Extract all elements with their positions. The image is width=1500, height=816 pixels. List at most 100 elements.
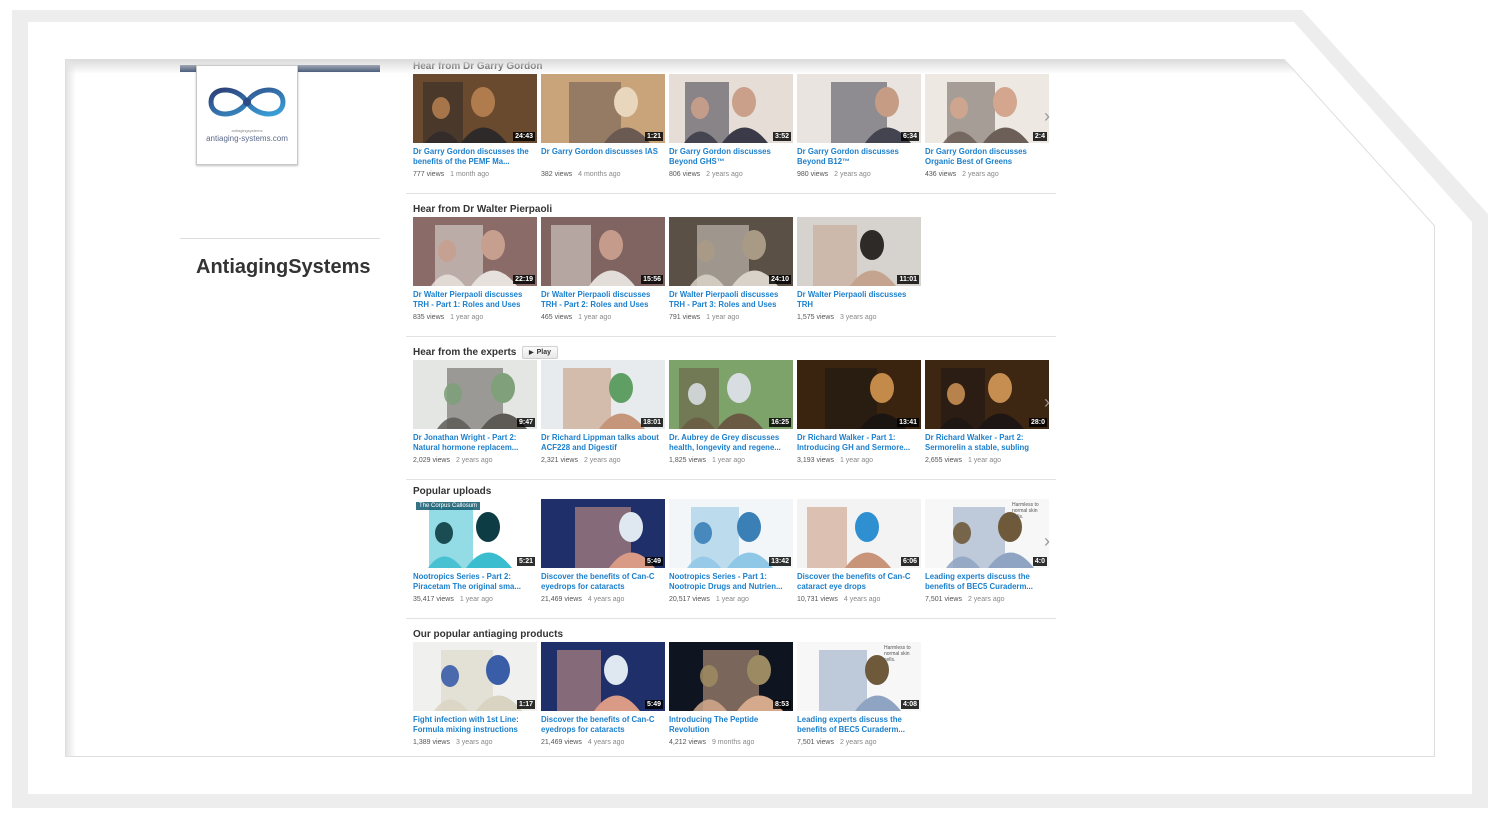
video-title[interactable]: Dr Richard Lippman talks about ACF228 an… <box>541 433 663 453</box>
video-card[interactable]: 13:42 Nootropics Series - Part 1: Nootrop… <box>669 499 793 609</box>
video-meta: 777 views 1 month ago <box>413 171 553 178</box>
upload-age: 2 years ago <box>967 596 1005 603</box>
video-title[interactable]: Discover the benefits of Can-C cataract … <box>797 572 919 592</box>
video-duration: 15:56 <box>641 275 663 284</box>
video-title[interactable]: Dr Richard Walker - Part 1: Introducing … <box>797 433 919 453</box>
video-title[interactable]: Leading experts discuss the benefits of … <box>925 572 1047 592</box>
video-card[interactable]: 11:01 Dr Walter Pierpaoli discusses TRH 1,… <box>797 217 921 327</box>
video-title[interactable]: Dr Garry Gordon discusses Beyond GHS™ <box>669 147 791 167</box>
video-card[interactable]: 16:25 Dr. Aubrey de Grey discusses health… <box>669 360 793 470</box>
video-thumbnail[interactable]: 1:21 <box>541 74 665 143</box>
video-title[interactable]: Dr Walter Pierpaoli discusses TRH - Part… <box>669 290 791 310</box>
video-card[interactable]: 22:19 Dr Walter Pierpaoli discusses TRH -… <box>413 217 537 327</box>
video-thumbnail[interactable]: 16:25 <box>669 360 793 429</box>
video-card[interactable]: 28:0 Dr Richard Walker - Part 2: Sermorel… <box>925 360 1049 470</box>
video-meta: 21,469 views 4 years ago <box>541 739 681 746</box>
video-card[interactable]: 5:49 Discover the benefits of Can-C eyedr… <box>541 642 665 752</box>
video-thumbnail[interactable]: 15:56 <box>541 217 665 286</box>
view-count: 21,469 views <box>541 596 582 603</box>
view-count: 382 views <box>541 171 573 178</box>
video-card[interactable]: 9:47 Dr Jonathan Wright - Part 2: Natural… <box>413 360 537 470</box>
video-title[interactable]: Dr Walter Pierpaoli discusses TRH - Part… <box>541 290 663 310</box>
shelf-title[interactable]: Popular uploads <box>413 486 491 497</box>
video-thumbnail[interactable]: 2:4 <box>925 74 1049 143</box>
video-title[interactable]: Nootropics Series - Part 1: Nootropic Dr… <box>669 572 791 592</box>
video-card[interactable]: 15:56 Dr Walter Pierpaoli discusses TRH -… <box>541 217 665 327</box>
upload-age: 1 year ago <box>578 314 612 321</box>
video-card[interactable]: 2:4 Dr Garry Gordon discusses Organic Bes… <box>925 74 1049 184</box>
view-count: 777 views <box>413 171 445 178</box>
video-card[interactable]: 24:10 Dr Walter Pierpaoli discusses TRH -… <box>669 217 793 327</box>
video-thumbnail[interactable]: 22:19 <box>413 217 537 286</box>
video-duration: 13:42 <box>769 557 791 566</box>
video-meta: 2,029 views 2 years ago <box>413 457 553 464</box>
video-title[interactable]: Dr Walter Pierpaoli discusses TRH <box>797 290 919 310</box>
video-card[interactable]: The Corpus Callosum 5:21 Nootropics Series… <box>413 499 537 609</box>
video-title[interactable]: Discover the benefits of Can-C eyedrops … <box>541 572 663 592</box>
video-title[interactable]: Fight infection with 1st Line: Formula m… <box>413 715 535 735</box>
video-card[interactable]: 18:01 Dr Richard Lippman talks about ACF2… <box>541 360 665 470</box>
next-arrow-icon[interactable]: › <box>1044 393 1050 411</box>
video-title[interactable]: Dr Garry Gordon discusses Beyond B12™ <box>797 147 919 167</box>
video-thumbnail[interactable]: 8:53 <box>669 642 793 711</box>
video-card[interactable]: Harmless to normal skin cells. 4:08 Leadin… <box>797 642 921 752</box>
video-thumbnail[interactable]: 24:43 <box>413 74 537 143</box>
video-duration: 5:49 <box>644 700 663 709</box>
video-thumbnail[interactable]: 3:52 <box>669 74 793 143</box>
video-thumbnail[interactable]: 9:47 <box>413 360 537 429</box>
upload-age: 2 years ago <box>706 171 743 178</box>
video-card[interactable]: 3:52 Dr Garry Gordon discusses Beyond GHS… <box>669 74 793 184</box>
video-thumbnail[interactable]: Harmless to normal skin cells. 4:08 <box>797 642 921 711</box>
video-thumbnail[interactable]: 5:49 <box>541 499 665 568</box>
video-title[interactable]: Dr Walter Pierpaoli discusses TRH - Part… <box>413 290 535 310</box>
video-title[interactable]: Dr Garry Gordon discusses Organic Best o… <box>925 147 1047 167</box>
video-card[interactable]: 8:53 Introducing The Peptide Revolution 4,… <box>669 642 793 752</box>
video-thumbnail[interactable]: 1:17 <box>413 642 537 711</box>
video-title[interactable]: Discover the benefits of Can-C eyedrops … <box>541 715 663 735</box>
video-thumbnail[interactable]: 6:06 <box>797 499 921 568</box>
video-thumbnail[interactable]: 13:41 <box>797 360 921 429</box>
video-title[interactable]: Dr Richard Walker - Part 2: Sermorelin a… <box>925 433 1047 453</box>
video-title[interactable]: Dr. Aubrey de Grey discusses health, lon… <box>669 433 791 453</box>
next-arrow-icon[interactable]: › <box>1044 107 1050 125</box>
video-card[interactable]: 24:43 Dr Garry Gordon discusses the benef… <box>413 74 537 184</box>
channel-avatar[interactable]: antiagingsystems antiaging-systems.com <box>196 65 298 165</box>
video-title[interactable]: Nootropics Series - Part 2: Piracetam Th… <box>413 572 535 592</box>
video-thumbnail[interactable]: 18:01 <box>541 360 665 429</box>
video-title[interactable]: Leading experts discuss the benefits of … <box>797 715 919 735</box>
video-card[interactable]: Harmless to normal skin cells. 4:0 Leading… <box>925 499 1049 609</box>
video-title[interactable]: Dr Jonathan Wright - Part 2: Natural hor… <box>413 433 535 453</box>
video-title[interactable]: Dr Garry Gordon discusses the benefits o… <box>413 147 535 167</box>
video-thumbnail[interactable]: 13:42 <box>669 499 793 568</box>
video-thumbnail[interactable]: The Corpus Callosum 5:21 <box>413 499 537 568</box>
video-card[interactable]: 5:49 Discover the benefits of Can-C eyedr… <box>541 499 665 609</box>
next-arrow-icon[interactable]: › <box>1044 532 1050 550</box>
thumbnail-caption: Harmless to normal skin cells. <box>884 645 911 663</box>
video-title[interactable]: Introducing The Peptide Revolution <box>669 715 791 735</box>
video-duration: 28:0 <box>1028 418 1047 427</box>
play-all-button[interactable]: ▶ Play <box>522 346 559 359</box>
video-card[interactable]: 1:21 Dr Garry Gordon discusses IAS 382 vie… <box>541 74 665 184</box>
video-card[interactable]: 6:34 Dr Garry Gordon discusses Beyond B12… <box>797 74 921 184</box>
shelf-title[interactable]: Our popular antiaging products <box>413 629 563 640</box>
video-thumbnail[interactable]: 11:01 <box>797 217 921 286</box>
shelf-title[interactable]: Hear from the experts <box>413 347 516 358</box>
shelf-3: Popular uploads The Corpus Callosum 5:21 No… <box>406 486 1056 618</box>
video-title[interactable]: Dr Garry Gordon discusses IAS <box>541 147 663 167</box>
video-thumbnail[interactable]: 5:49 <box>541 642 665 711</box>
video-thumbnail[interactable]: Harmless to normal skin cells. 4:0 <box>925 499 1049 568</box>
video-meta: 21,469 views 4 years ago <box>541 596 681 603</box>
video-card[interactable]: 13:41 Dr Richard Walker - Part 1: Introdu… <box>797 360 921 470</box>
shelf-divider <box>406 479 1056 480</box>
shelf-title[interactable]: Hear from Dr Garry Gordon <box>413 61 542 72</box>
shelf-title[interactable]: Hear from Dr Walter Pierpaoli <box>413 204 552 215</box>
video-duration: 8:53 <box>772 700 791 709</box>
video-thumbnail[interactable]: 6:34 <box>797 74 921 143</box>
channel-name[interactable]: AntiagingSystems <box>196 256 370 279</box>
logo-tagline: antiagingsystems <box>231 128 263 133</box>
video-thumbnail[interactable]: 28:0 <box>925 360 1049 429</box>
video-thumbnail[interactable]: 24:10 <box>669 217 793 286</box>
shelf-divider <box>406 618 1056 619</box>
video-card[interactable]: 6:06 Discover the benefits of Can-C catar… <box>797 499 921 609</box>
video-card[interactable]: 1:17 Fight infection with 1st Line: Formu… <box>413 642 537 752</box>
